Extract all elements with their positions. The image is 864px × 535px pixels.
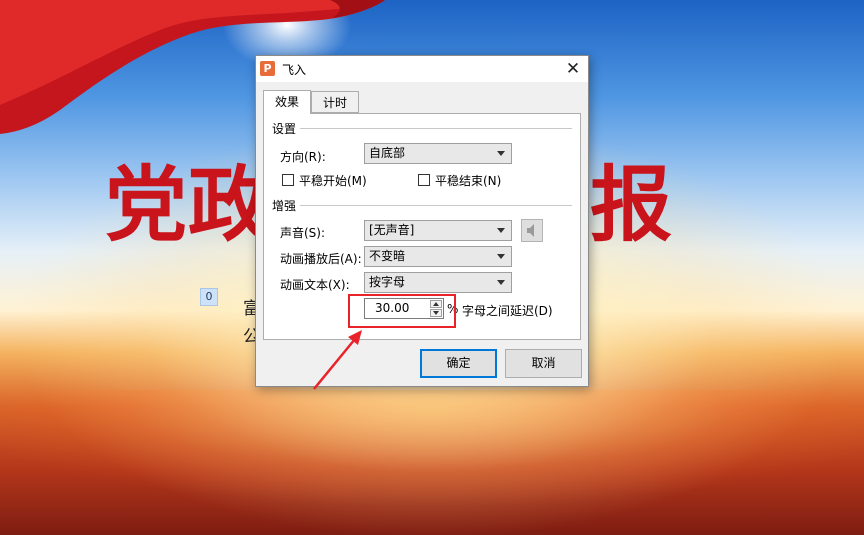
enhance-section-label: 增强	[272, 197, 301, 214]
smooth-start-label[interactable]: 平稳开始(M)	[299, 172, 367, 189]
sound-label: 声音(S):	[280, 226, 326, 240]
chevron-down-icon	[497, 228, 505, 233]
horizon-glow	[0, 390, 864, 535]
enhance-divider	[300, 205, 572, 206]
chevron-down-icon	[497, 254, 505, 259]
close-icon[interactable]: ✕	[562, 58, 584, 80]
direction-label: 方向(R):	[280, 150, 326, 164]
animate-text-value: 按字母	[369, 275, 406, 289]
dialog-title: 飞入	[282, 63, 307, 77]
cancel-button[interactable]: 取消	[505, 349, 582, 378]
direction-select[interactable]: 自底部	[364, 143, 512, 164]
settings-section-label: 设置	[272, 120, 301, 137]
animation-order-badge[interactable]: 0	[200, 288, 218, 306]
chevron-down-icon	[497, 151, 505, 156]
slide-title-char-1: 党	[105, 157, 188, 253]
after-animation-select[interactable]: 不变暗	[364, 246, 512, 267]
animate-text-label: 动画文本(X):	[280, 278, 350, 292]
sound-select[interactable]: [无声音]	[364, 220, 512, 241]
direction-value: 自底部	[369, 146, 406, 160]
highlight-box	[348, 294, 456, 328]
dialog-titlebar[interactable]: P 飞入 ✕	[256, 56, 588, 82]
after-animation-value: 不变暗	[369, 249, 406, 263]
smooth-end-label[interactable]: 平稳结束(N)	[435, 172, 501, 189]
wps-presentation-icon: P	[260, 61, 275, 76]
sound-preview-button[interactable]	[521, 219, 543, 242]
fly-in-effect-dialog: P 飞入 ✕ 效果 计时 设置 方向(R): 自底部 平稳开始(M) 平稳结束(…	[255, 55, 589, 387]
smooth-start-checkbox[interactable]	[282, 174, 294, 186]
settings-divider	[300, 128, 572, 129]
tab-effect[interactable]: 效果	[263, 90, 311, 114]
smooth-end-checkbox[interactable]	[418, 174, 430, 186]
slide-title-char-3: 报	[590, 157, 673, 253]
animate-text-select[interactable]: 按字母	[364, 272, 512, 293]
chevron-down-icon	[497, 280, 505, 285]
letter-delay-label: 字母之间延迟(D)	[462, 304, 553, 318]
tab-timing[interactable]: 计时	[311, 91, 359, 113]
speaker-icon	[527, 224, 534, 237]
sound-value: [无声音]	[369, 223, 415, 237]
after-animation-label: 动画播放后(A):	[280, 252, 362, 266]
ok-button[interactable]: 确定	[420, 349, 497, 378]
